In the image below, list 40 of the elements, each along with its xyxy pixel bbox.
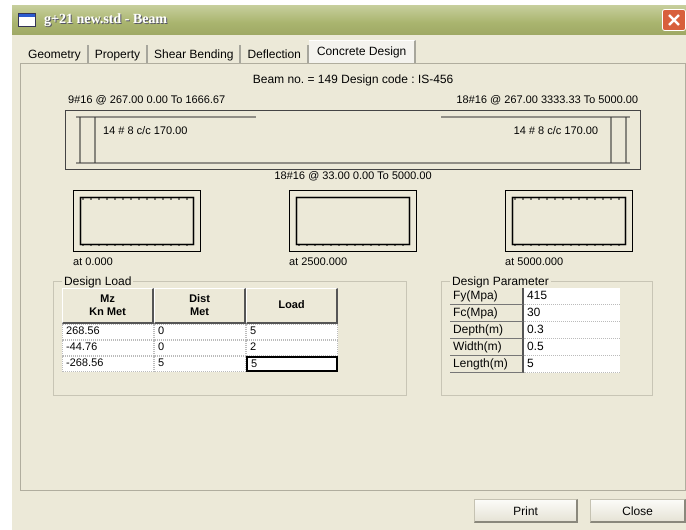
table-cell[interactable]: 2	[246, 340, 338, 356]
parameter-label: Depth(m)	[450, 322, 524, 339]
table-cell[interactable]: -268.56	[62, 356, 154, 372]
section-label: at 2500.000	[289, 256, 348, 268]
group-title: Design Parameter	[451, 274, 550, 288]
section-label: at 0.000	[73, 256, 114, 268]
section-label: at 5000.000	[505, 256, 564, 268]
table-cell[interactable]: -44.76	[62, 340, 154, 356]
table-cell[interactable]: 5	[246, 324, 338, 340]
table-cell[interactable]: 5	[246, 356, 338, 372]
close-icon	[668, 14, 680, 26]
parameter-value[interactable]: 415	[524, 288, 620, 305]
window-icon	[18, 13, 36, 27]
top-rebar-label: 18#16 @ 267.00 3333.33 To 5000.00	[456, 94, 638, 106]
parameter-value[interactable]: 5	[524, 356, 620, 373]
table-cell[interactable]: 0	[154, 324, 246, 340]
table-cell[interactable]: 5	[154, 356, 246, 372]
parameter-value[interactable]: 30	[524, 305, 620, 322]
dialog-button[interactable]: Close	[590, 499, 686, 523]
close-button[interactable]	[662, 9, 686, 31]
parameter-value[interactable]: 0.3	[524, 322, 620, 339]
dialog-button[interactable]: Print	[474, 499, 578, 523]
tab[interactable]: Concrete Design	[308, 40, 416, 63]
parameter-label: Fc(Mpa)	[450, 305, 524, 322]
column-header: Mz Kn Met	[62, 288, 154, 324]
stirrup-label: 14 # 8 c/c 170.00	[514, 125, 598, 137]
top-rebar-label: 9#16 @ 267.00 0.00 To 1666.67	[68, 94, 226, 106]
table-cell[interactable]: 268.56	[62, 324, 154, 340]
parameter-value[interactable]: 0.5	[524, 339, 620, 356]
window-title: g+21 new.std - Beam	[44, 12, 168, 28]
column-header: Load	[246, 288, 338, 324]
bottom-rebar-label: 18#16 @ 33.00 0.00 To 5000.00	[274, 170, 432, 182]
parameter-label: Fy(Mpa)	[450, 288, 524, 305]
parameter-label: Length(m)	[450, 356, 524, 373]
table-cell[interactable]: 0	[154, 340, 246, 356]
parameter-label: Width(m)	[450, 339, 524, 356]
beam-heading: Beam no. = 149 Design code : IS-456	[252, 72, 454, 86]
stirrup-label: 14 # 8 c/c 170.00	[103, 125, 188, 137]
column-header: Dist Met	[154, 288, 246, 324]
group-title: Design Load	[63, 274, 132, 288]
